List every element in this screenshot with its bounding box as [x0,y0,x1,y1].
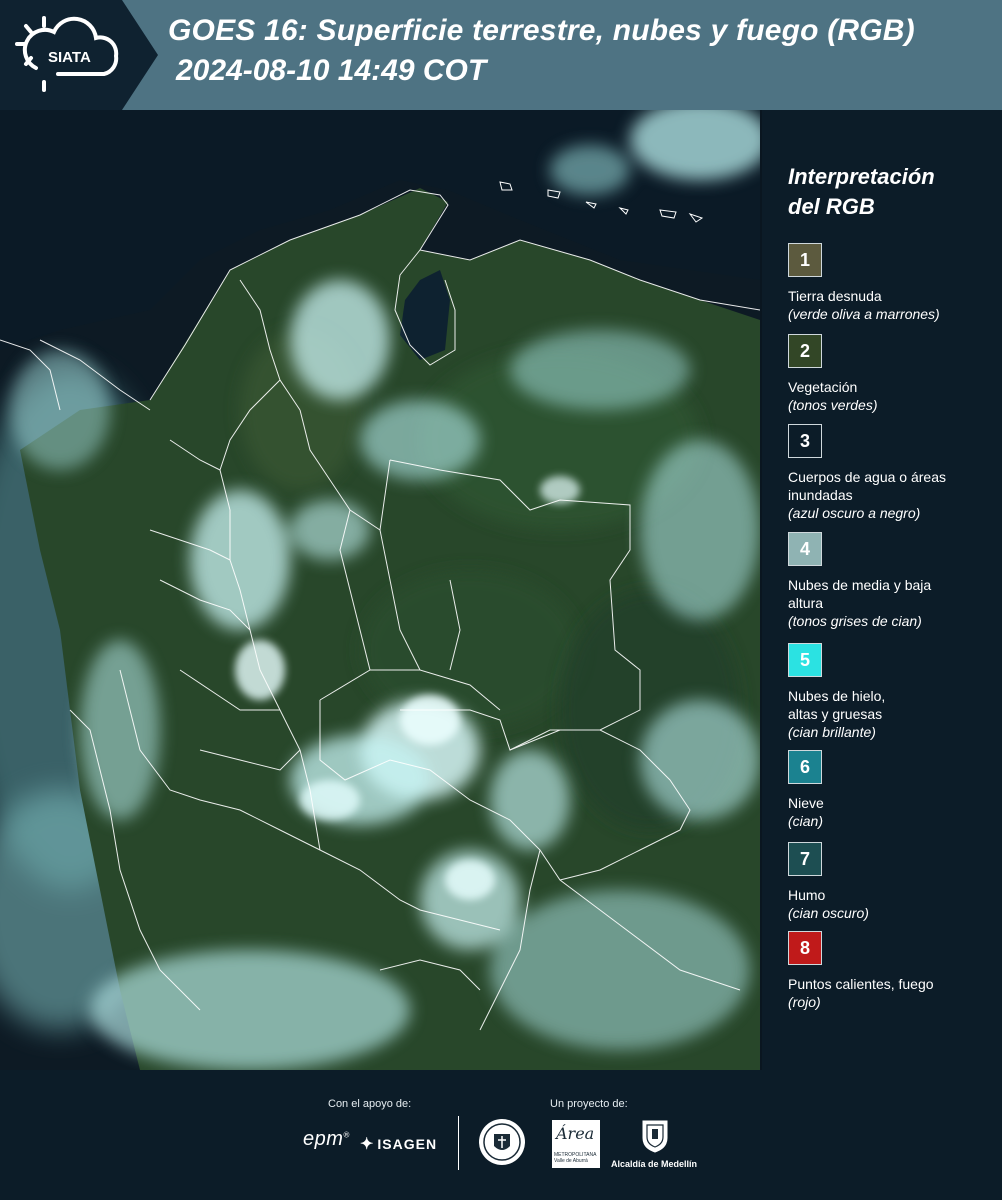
isagen-mark-icon: ✦ [360,1136,375,1153]
footer: Con el apoyo de: Un proyecto de: epm® ✦ I… [0,1070,1002,1200]
legend-swatch: 6 [788,750,822,784]
header: SIATA GOES 16: Superficie terrestre, nub… [0,0,1002,110]
legend-item-sub: (cian oscuro) [788,905,869,921]
legend-item-7: 7 Humo (cian oscuro) [788,842,998,922]
epm-logo: epm® [303,1128,350,1150]
satellite-image [0,110,760,1070]
legend-swatch: 1 [788,243,822,277]
rgb-legend: Interpretación del RGB 1 Tierra desnuda … [762,110,1002,1070]
legend-item-sub: (rojo) [788,994,821,1010]
legend-swatch: 3 [788,424,822,458]
medellin-label: Alcaldía de Medellín [611,1159,698,1169]
legend-item-sub: (verde oliva a marrones) [788,306,940,322]
legend-title-line1: Interpretación [788,164,935,189]
legend-item-1: 1 Tierra desnuda (verde oliva a marrones… [788,243,998,323]
legend-item-2: 2 Vegetación (tonos verdes) [788,334,998,414]
satellite-map[interactable] [0,110,762,1070]
page-title: GOES 16: Superficie terrestre, nubes y f… [168,14,915,47]
isagen-logo-text: ISAGEN [377,1136,438,1152]
epm-logo-text: epm [303,1128,344,1150]
legend-item-label: Nieve [788,795,824,811]
legend-title-line2: del RGB [788,194,875,219]
legend-item-label: Cuerpos de agua o áreas inundadas [788,469,946,503]
legend-item-4: 4 Nubes de media y baja altura (tonos gr… [788,532,998,630]
area-logo-sub: METROPOLITANA Valle de Aburrá [554,1152,597,1164]
project-label: Un proyecto de: [550,1098,628,1110]
legend-item-label: Humo [788,887,826,903]
legend-item-sub: (cian brillante) [788,724,876,740]
legend-item-sub: (cian) [788,813,824,829]
legend-item-3: 3 Cuerpos de agua o áreas inundadas (azu… [788,424,998,522]
university-seal-icon [479,1119,525,1165]
support-label: Con el apoyo de: [328,1098,412,1110]
medellin-shield-icon [642,1120,668,1153]
legend-swatch: 7 [788,842,822,876]
isagen-logo: ✦ ISAGEN [360,1134,437,1154]
footer-divider [458,1116,459,1170]
legend-swatch: 5 [788,643,822,677]
legend-item-label: Vegetación [788,379,858,395]
legend-item-label: Nubes de hielo, altas y gruesas [788,688,886,722]
page-subtitle-datetime: 2024-08-10 14:49 COT [176,54,487,87]
legend-item-5: 5 Nubes de hielo, altas y gruesas (cian … [788,643,998,741]
area-metropolitana-logo: Área METROPOLITANA Valle de Aburrá [552,1120,600,1168]
legend-swatch: 4 [788,532,822,566]
legend-item-label: Tierra desnuda [788,288,882,304]
legend-title: Interpretación del RGB [788,162,988,222]
legend-item-sub: (tonos grises de cian) [788,613,922,629]
siata-logo-text: SIATA [48,49,91,66]
legend-item-sub: (tonos verdes) [788,397,878,413]
legend-swatch: 2 [788,334,822,368]
legend-item-sub: (azul oscuro a negro) [788,505,921,521]
area-logo-text: Área [556,1124,595,1143]
legend-item-6: 6 Nieve (cian) [788,750,998,830]
siata-logo: SIATA [15,16,119,92]
legend-item-label: Nubes de media y baja altura [788,577,932,611]
legend-swatch: 8 [788,931,822,965]
legend-item-8: 8 Puntos calientes, fuego (rojo) [788,931,998,1011]
legend-item-label: Puntos calientes, fuego [788,976,934,992]
